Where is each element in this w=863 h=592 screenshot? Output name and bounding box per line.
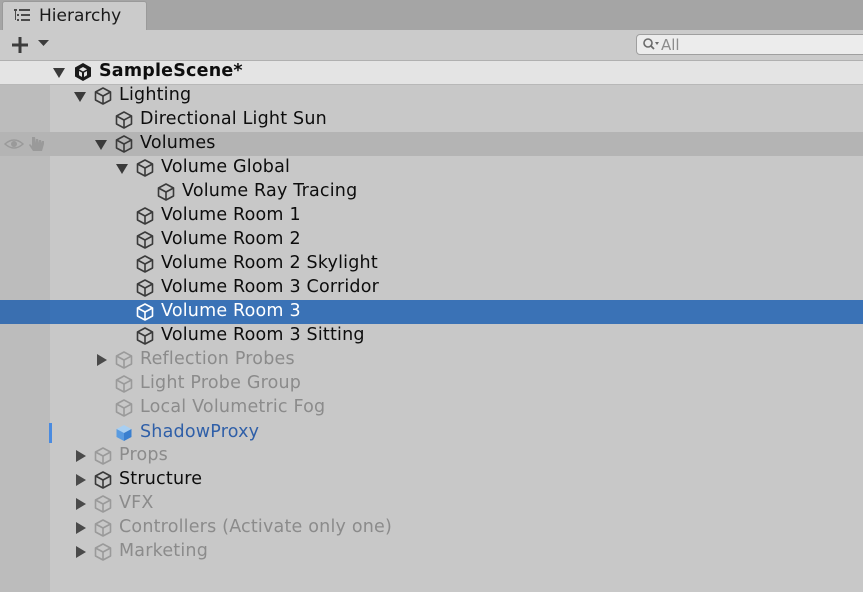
gameobject-cube-icon — [115, 135, 133, 153]
hierarchy-row-structure[interactable]: Structure — [0, 468, 863, 492]
gameobject-cube-icon — [136, 279, 154, 297]
gameobject-cube-icon — [136, 327, 154, 345]
item-label: Volume Room 3 Sitting — [161, 325, 365, 345]
pointer-hand-icon[interactable] — [28, 135, 46, 153]
gameobject-cube-icon — [136, 303, 154, 321]
item-label: Directional Light Sun — [140, 109, 327, 129]
hierarchy-row-controllers[interactable]: Controllers (Activate only one) — [0, 516, 863, 540]
item-label: Volume Room 3 — [161, 301, 301, 321]
prefab-cube-icon — [116, 425, 132, 441]
item-label: Lighting — [119, 85, 192, 105]
gameobject-cube-icon — [94, 495, 112, 513]
hierarchy-row-volume-room-3[interactable]: Volume Room 3 — [0, 300, 863, 324]
collapse-arrow[interactable] — [76, 450, 86, 462]
tab-hierarchy[interactable]: Hierarchy — [2, 1, 147, 30]
hierarchy-row-vfx[interactable]: VFX — [0, 492, 863, 516]
hierarchy-row-volume-room-3-corridor[interactable]: Volume Room 3 Corridor — [0, 276, 863, 300]
search-field[interactable] — [636, 34, 863, 55]
expand-arrow[interactable] — [95, 140, 107, 150]
gameobject-cube-icon — [115, 399, 133, 417]
expand-arrow[interactable] — [53, 68, 65, 78]
hierarchy-list-icon — [14, 9, 30, 21]
hierarchy-row-volume-room-2[interactable]: Volume Room 2 — [0, 228, 863, 252]
hierarchy-row-lighting[interactable]: Lighting — [0, 84, 863, 108]
item-label: VFX — [119, 493, 154, 513]
hierarchy-row-props[interactable]: Props — [0, 444, 863, 468]
hierarchy-row-marketing[interactable]: Marketing — [0, 540, 863, 564]
collapse-arrow[interactable] — [76, 522, 86, 534]
item-label: Structure — [119, 469, 203, 489]
selection-gutter — [0, 300, 50, 324]
gameobject-cube-icon — [94, 543, 112, 561]
gameobject-cube-icon — [136, 207, 154, 225]
item-label: Reflection Probes — [140, 349, 295, 369]
scene-name: SampleScene* — [99, 61, 243, 81]
prefab-override-marker — [49, 423, 52, 443]
chevron-down-icon — [38, 40, 49, 46]
hierarchy-row-local-volumetric-fog[interactable]: Local Volumetric Fog — [0, 396, 863, 420]
hierarchy-row-directional-light-sun[interactable]: Directional Light Sun — [0, 108, 863, 132]
unity-scene-icon — [75, 63, 91, 81]
gameobject-cube-icon — [115, 375, 133, 393]
gameobject-cube-icon — [115, 111, 133, 129]
hierarchy-row-light-probe-group[interactable]: Light Probe Group — [0, 372, 863, 396]
collapse-arrow[interactable] — [76, 546, 86, 558]
hierarchy-row-volume-global[interactable]: Volume Global — [0, 156, 863, 180]
gameobject-cube-icon — [136, 255, 154, 273]
item-label: Controllers (Activate only one) — [119, 517, 393, 537]
item-label: Marketing — [119, 541, 209, 561]
gameobject-cube-icon — [94, 87, 112, 105]
item-label: Light Probe Group — [140, 373, 302, 393]
hierarchy-row-volume-room-3-sitting[interactable]: Volume Room 3 Sitting — [0, 324, 863, 348]
gameobject-cube-icon — [157, 183, 175, 201]
gameobject-cube-icon — [94, 471, 112, 489]
hierarchy-toolbar — [0, 30, 863, 61]
create-dropdown-button[interactable] — [8, 33, 52, 57]
collapse-arrow[interactable] — [97, 354, 107, 366]
item-label: Volumes — [140, 133, 216, 153]
gameobject-cube-icon — [115, 351, 133, 369]
gameobject-cube-icon — [94, 447, 112, 465]
item-label: Local Volumetric Fog — [140, 397, 326, 417]
hierarchy-row-volumes[interactable]: Volumes — [0, 132, 863, 156]
hierarchy-row-volume-room-1[interactable]: Volume Room 1 — [0, 204, 863, 228]
collapse-arrow[interactable] — [76, 474, 86, 486]
gameobject-cube-icon — [136, 231, 154, 249]
hierarchy-row-volume-ray-tracing[interactable]: Volume Ray Tracing — [0, 180, 863, 204]
expand-arrow[interactable] — [116, 164, 128, 174]
tab-label: Hierarchy — [39, 6, 122, 26]
search-icon — [643, 38, 659, 50]
item-label: Volume Room 3 Corridor — [161, 277, 380, 297]
item-label: ShadowProxy — [140, 422, 260, 442]
collapse-arrow[interactable] — [76, 498, 86, 510]
item-label: Volume Global — [161, 157, 291, 177]
gameobject-cube-icon — [136, 159, 154, 177]
item-label: Volume Ray Tracing — [182, 181, 358, 201]
hierarchy-row-volume-room-2-skylight[interactable]: Volume Room 2 Skylight — [0, 252, 863, 276]
item-label: Volume Room 2 — [161, 229, 301, 249]
gameobject-cube-icon — [94, 519, 112, 537]
tab-strip: Hierarchy — [0, 0, 863, 31]
search-input[interactable] — [661, 35, 861, 54]
item-label: Volume Room 2 Skylight — [161, 253, 378, 273]
item-label: Props — [119, 445, 168, 465]
item-label: Volume Room 1 — [161, 205, 301, 225]
expand-arrow[interactable] — [74, 92, 86, 102]
eye-icon[interactable] — [4, 136, 24, 152]
scene-row[interactable]: SampleScene* — [0, 61, 863, 85]
hierarchy-row-shadowproxy[interactable]: ShadowProxy — [0, 421, 863, 445]
hierarchy-row-reflection-probes[interactable]: Reflection Probes — [0, 348, 863, 372]
plus-icon — [12, 37, 28, 53]
